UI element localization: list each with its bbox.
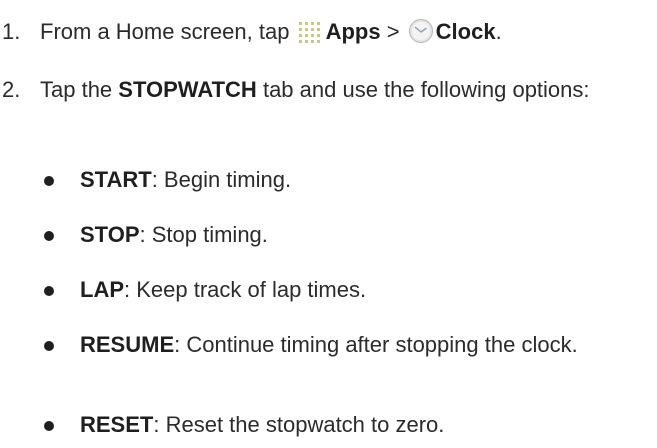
option-name: RESUME (80, 332, 175, 357)
option-text: RESET: Reset the stopwatch to zero. (80, 409, 651, 441)
option-desc: : Stop timing. (139, 222, 268, 247)
step-1-end: . (495, 19, 502, 44)
clock-icon (408, 18, 434, 53)
step-2-intro: Tap the (40, 77, 113, 102)
instructions-page: 1. From a Home screen, tap Apps > Clock.… (0, 0, 657, 448)
step-text: Tap the STOPWATCH tab and use the follow… (40, 74, 651, 106)
bullet-dot (44, 176, 54, 186)
option-name: START (80, 167, 152, 192)
path-separator: > (386, 19, 400, 44)
option-desc: : Reset the stopwatch to zero. (153, 412, 445, 437)
option-text: RESUME: Continue timing after stopping t… (80, 329, 651, 361)
bullet-dot (44, 421, 54, 431)
option-desc: : Begin timing. (151, 167, 292, 192)
option-text: LAP: Keep track of lap times. (80, 274, 651, 306)
bullet-dot (44, 231, 54, 241)
option-desc: : Keep track of lap times. (124, 277, 367, 302)
apps-label: Apps (325, 19, 381, 44)
step-text: From a Home screen, tap Apps > Clock. (40, 16, 651, 53)
clock-label: Clock (435, 19, 496, 44)
option-text: START: Begin timing. (80, 164, 651, 196)
option-desc: : Continue timing after stopping the clo… (174, 332, 578, 357)
step-2-rest: tab and use the following options: (262, 77, 590, 102)
option-text: STOP: Stop timing. (80, 219, 651, 251)
step-number: 2. (2, 77, 21, 102)
bullet-dot (44, 341, 54, 351)
option-name: RESET (80, 412, 154, 437)
step-number: 1. (2, 19, 21, 44)
bullet-dot (44, 286, 54, 296)
option-name: LAP (80, 277, 124, 302)
step-1-intro: From a Home screen, tap (40, 19, 290, 44)
apps-grid-icon (298, 20, 324, 53)
option-name: STOP (80, 222, 140, 247)
stopwatch-tab-label: STOPWATCH (118, 77, 257, 102)
